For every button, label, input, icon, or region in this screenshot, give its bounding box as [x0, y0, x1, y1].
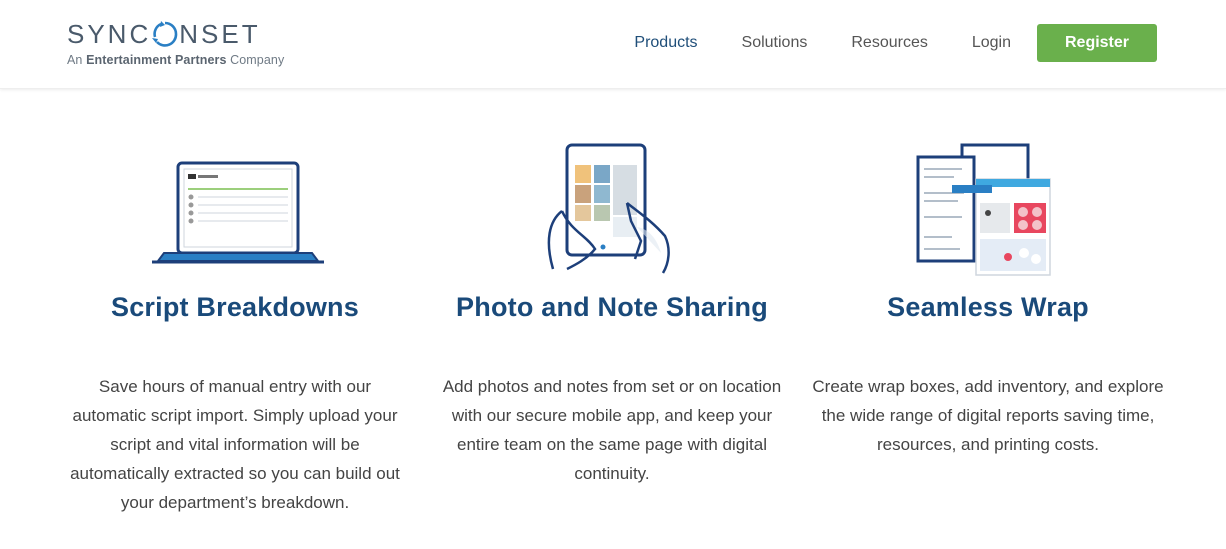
feature-description: Add photos and notes from set or on loca… — [442, 377, 782, 483]
features-section: Script Breakdowns Save hours of manual e… — [0, 89, 1226, 549]
feature-title: Seamless Wrap — [887, 292, 1089, 322]
feature-title: Photo and Note Sharing — [456, 292, 768, 322]
logo-tagline: An Entertainment Partners Company — [67, 53, 285, 67]
site-header: SYNC NSET An Entertainment Partners Comp… — [0, 0, 1226, 89]
nav-solutions[interactable]: Solutions — [742, 34, 808, 52]
reports-documents-icon — [812, 141, 1164, 281]
nav-products[interactable]: Products — [634, 34, 697, 52]
laptop-icon — [60, 141, 410, 281]
register-button[interactable]: Register — [1037, 24, 1157, 62]
feature-description: Save hours of manual entry with our auto… — [70, 377, 400, 512]
tablet-hands-icon — [437, 141, 787, 281]
logo-wordmark: SYNC NSET — [67, 18, 261, 49]
sync-ring-icon — [152, 21, 178, 47]
nav-resources[interactable]: Resources — [851, 34, 927, 52]
nav-login[interactable]: Login — [972, 34, 1011, 52]
main-nav: Products Solutions Resources Login Regis… — [634, 24, 1157, 62]
synconset-logo[interactable]: SYNC NSET An Entertainment Partners Comp… — [67, 18, 307, 72]
feature-title: Script Breakdowns — [111, 292, 359, 322]
feature-description: Create wrap boxes, add inventory, and ex… — [812, 377, 1164, 454]
